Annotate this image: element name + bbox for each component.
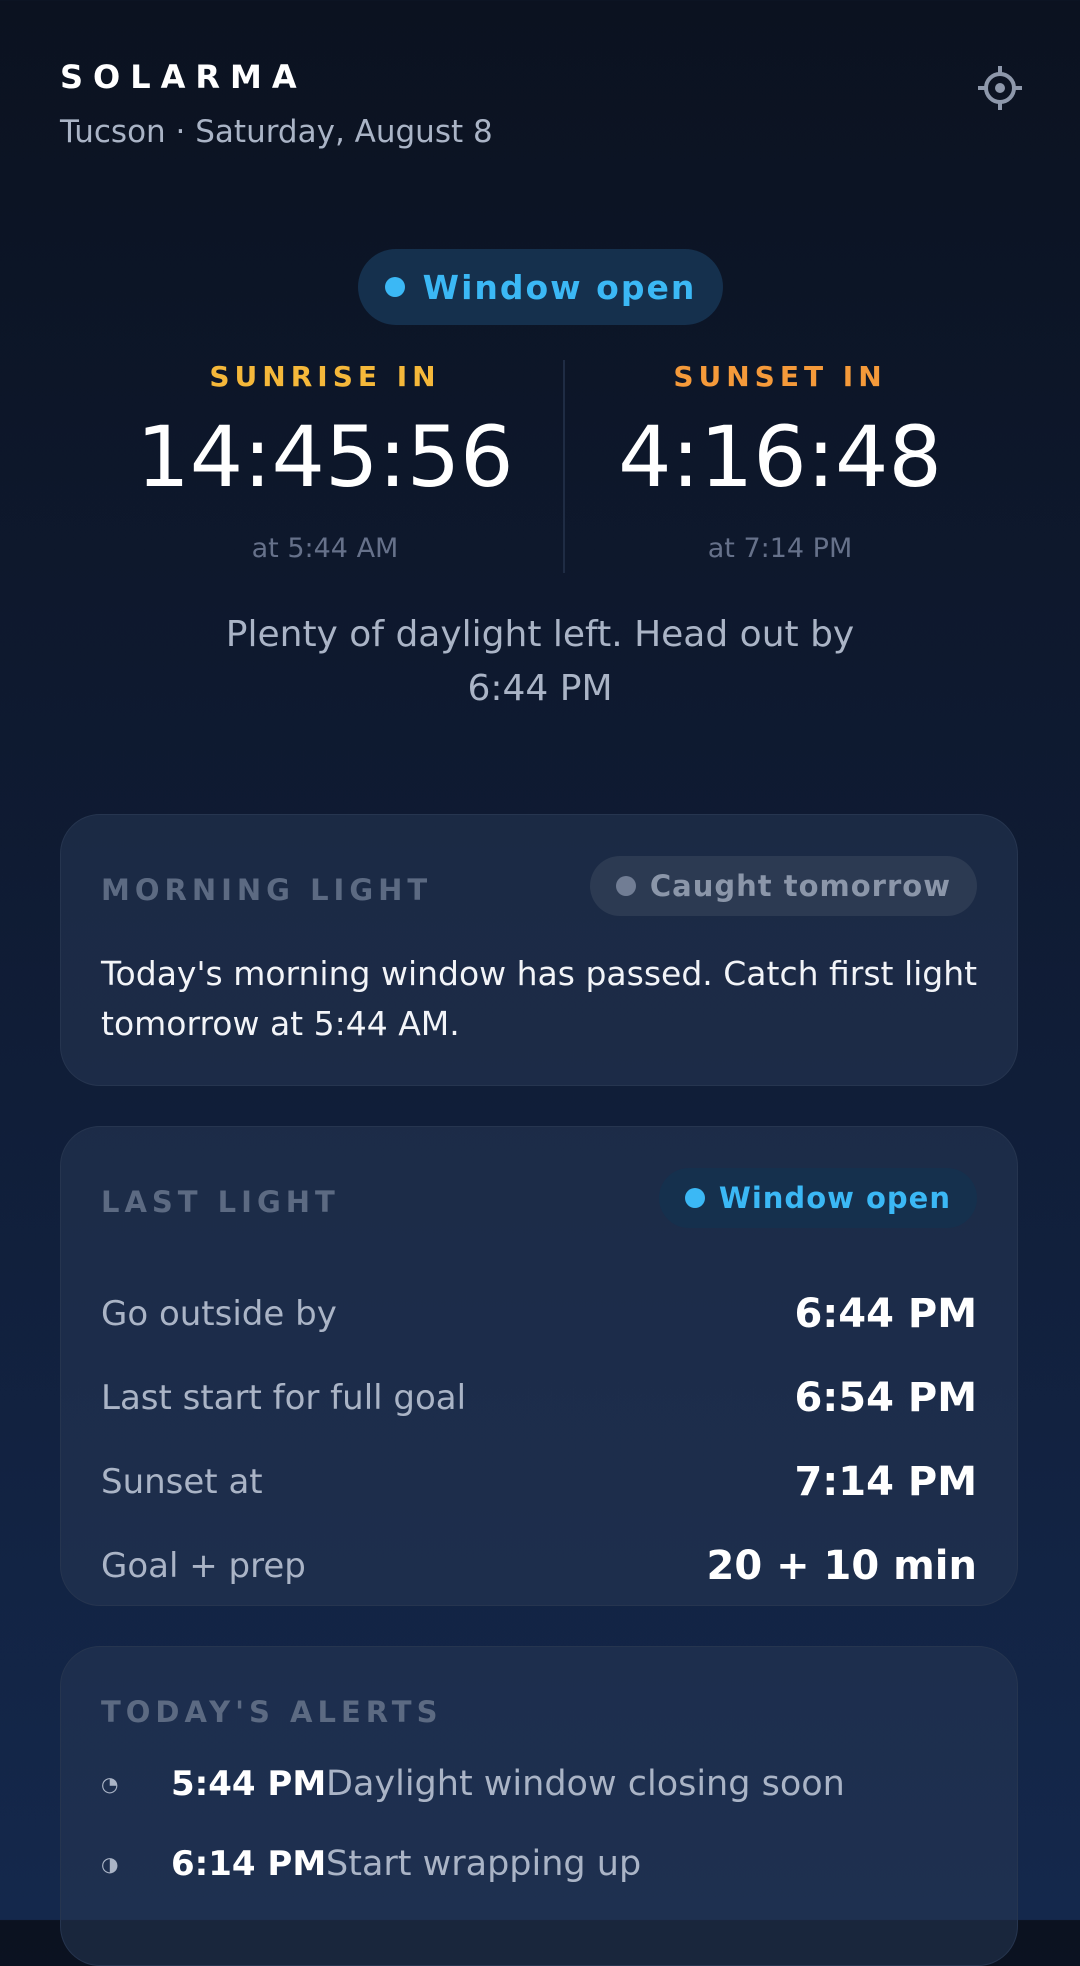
sunset-label: SUNSET IN xyxy=(673,360,887,393)
row-value: 6:44 PM xyxy=(794,1291,977,1337)
sunrise-timer: 14:45:56 xyxy=(136,408,514,506)
badge-dot-icon xyxy=(684,1188,705,1208)
last-light-status-label: Window open xyxy=(718,1181,951,1215)
clock-quarter-icon: ◔ xyxy=(101,1772,119,1796)
status-dot-icon xyxy=(384,277,405,297)
row-value: 7:14 PM xyxy=(794,1459,977,1505)
last-light-card: LAST LIGHT Window open Go outside by 6:4… xyxy=(60,1126,1018,1606)
sunset-timer: 4:16:48 xyxy=(618,408,942,506)
half-moon-icon: ◑ xyxy=(101,1852,119,1876)
window-status-label: Window open xyxy=(422,267,697,307)
alert-text: Daylight window closing soon xyxy=(326,1764,845,1804)
row-value: 20 + 10 min xyxy=(706,1543,978,1589)
info-row-sunset: Sunset at 7:14 PM xyxy=(101,1457,977,1507)
daylight-message: Plenty of daylight left. Head out by 6:4… xyxy=(225,614,855,709)
alert-time: 5:44 PM xyxy=(171,1764,327,1804)
row-value: 6:54 PM xyxy=(794,1375,977,1421)
sunrise-label: SUNRISE IN xyxy=(209,360,441,393)
alert-item[interactable]: ◔ 5:44 PM Daylight window closing soon xyxy=(101,1759,977,1809)
alert-item[interactable]: ◑ 6:14 PM Start wrapping up xyxy=(101,1839,977,1889)
caught-tomorrow-badge: Caught tomorrow xyxy=(589,856,977,916)
todays-alerts-card: TODAY'S ALERTS ◔ 5:44 PM Daylight window… xyxy=(60,1646,1018,1966)
morning-light-body: Today's morning window has passed. Catch… xyxy=(101,954,978,1043)
alerts-title: TODAY'S ALERTS xyxy=(101,1695,443,1729)
last-light-title: LAST LIGHT xyxy=(101,1185,340,1219)
window-status-badge: Window open xyxy=(358,249,723,325)
settings-gear-icon[interactable] xyxy=(976,64,1024,112)
row-label: Goal + prep xyxy=(101,1546,306,1586)
sunset-time: at 7:14 PM xyxy=(707,533,853,564)
sunrise-countdown: SUNRISE IN 14:45:56 at 5:44 AM xyxy=(95,360,555,564)
info-row-go-outside: Go outside by 6:44 PM xyxy=(101,1289,977,1339)
app-header: SOLARMA Tucson · Saturday, August 8 xyxy=(60,58,493,150)
row-label: Go outside by xyxy=(101,1294,337,1334)
alert-time: 6:14 PM xyxy=(171,1844,327,1884)
info-row-last-start: Last start for full goal 6:54 PM xyxy=(101,1373,977,1423)
row-label: Sunset at xyxy=(101,1462,263,1502)
row-label: Last start for full goal xyxy=(101,1378,467,1418)
last-light-status-badge: Window open xyxy=(658,1168,977,1228)
info-row-goal-prep: Goal + prep 20 + 10 min xyxy=(101,1541,977,1591)
location-date: Tucson · Saturday, August 8 xyxy=(60,114,493,150)
countdown-section: SUNRISE IN 14:45:56 at 5:44 AM SUNSET IN… xyxy=(0,360,1080,575)
alert-text: Start wrapping up xyxy=(326,1844,642,1884)
morning-light-card: MORNING LIGHT Caught tomorrow Today's mo… xyxy=(60,814,1018,1086)
sunrise-time: at 5:44 AM xyxy=(251,533,399,564)
app-title: SOLARMA xyxy=(60,58,307,96)
gear-icon xyxy=(978,66,1022,110)
sunset-countdown: SUNSET IN 4:16:48 at 7:14 PM xyxy=(550,360,1010,564)
morning-light-title: MORNING LIGHT xyxy=(101,873,433,907)
badge-dot-icon xyxy=(615,876,636,896)
caught-tomorrow-label: Caught tomorrow xyxy=(649,869,951,903)
